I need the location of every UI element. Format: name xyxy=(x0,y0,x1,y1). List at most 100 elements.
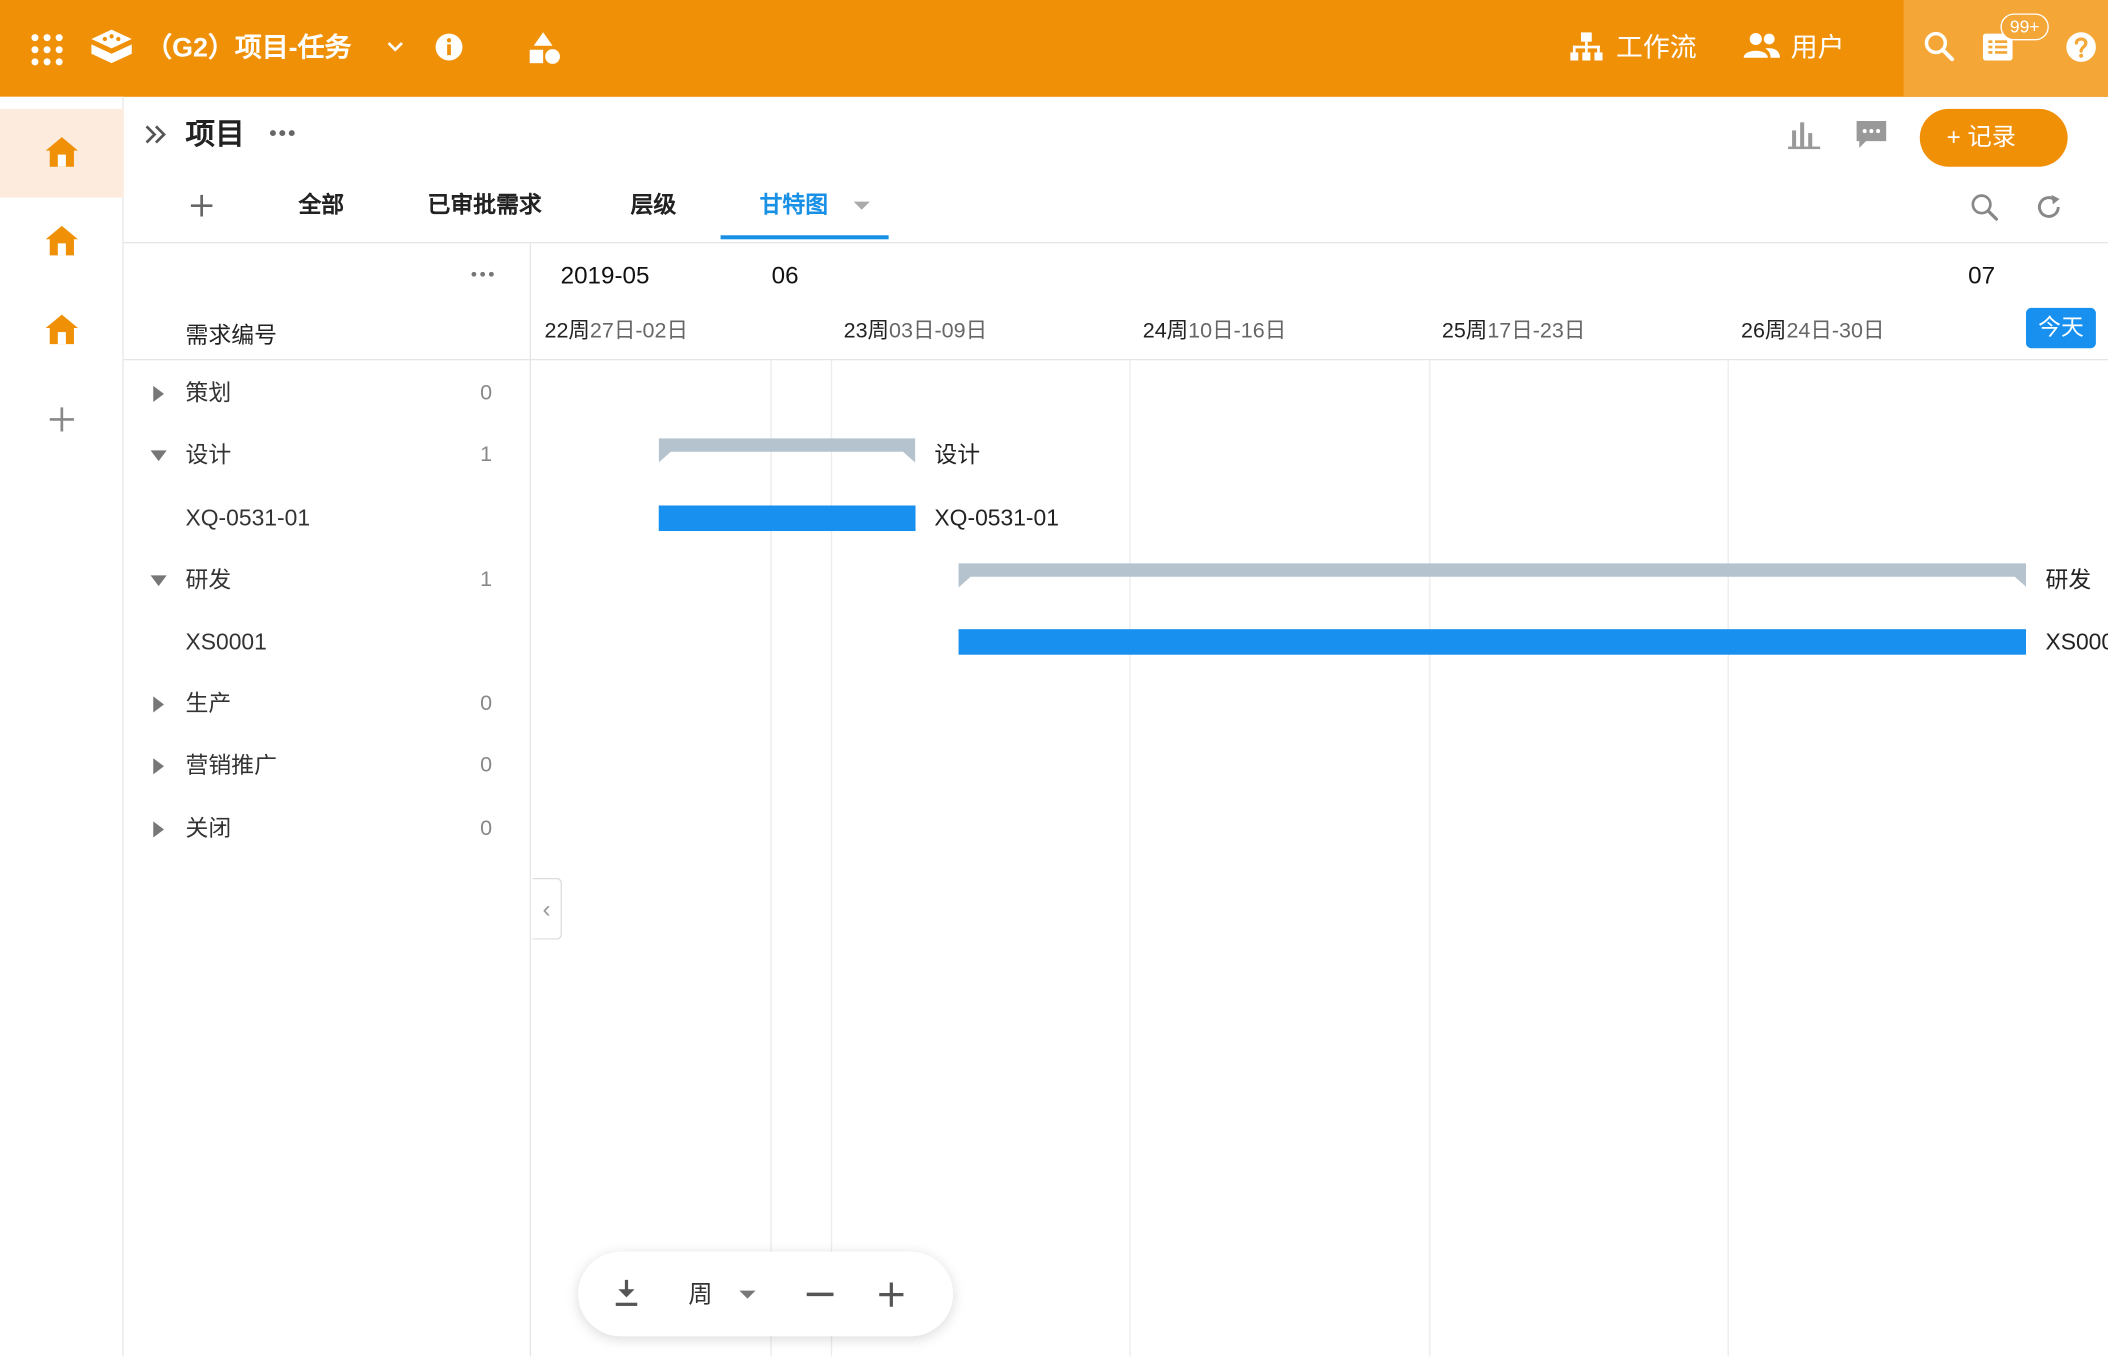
add-app-plus-icon[interactable] xyxy=(48,406,75,433)
month-label: 2019-05 xyxy=(560,262,650,290)
add-record-button[interactable]: + 记录 xyxy=(1919,108,2068,167)
page-title: 项目 xyxy=(185,116,245,151)
week-number: 25周 xyxy=(1441,319,1488,343)
group-row-label[interactable]: 营销推广 xyxy=(186,751,277,783)
search-view-icon[interactable] xyxy=(1970,192,2000,222)
group-row-label[interactable]: 设计 xyxy=(186,440,232,472)
bar-label: XQ-0531-01 xyxy=(934,504,1059,531)
chevron-down-icon[interactable] xyxy=(386,40,405,53)
week-label: 22周27日-02日 xyxy=(544,317,688,347)
rail-item-home-1[interactable] xyxy=(0,108,124,198)
task-bar[interactable] xyxy=(958,629,2027,656)
zoom-in-icon[interactable] xyxy=(878,1281,905,1308)
tab-all[interactable]: 全部 xyxy=(298,190,344,222)
scale-dropdown-caret-icon[interactable] xyxy=(738,1289,757,1300)
week-grid-line xyxy=(1727,360,1729,1357)
gantt-top-border xyxy=(123,241,2108,244)
shapes-icon[interactable] xyxy=(527,31,562,66)
bar-label: XS0001 xyxy=(2045,629,2108,655)
week-label: 23周03日-09日 xyxy=(844,317,988,347)
gantt-header-border xyxy=(123,358,2108,361)
left-rail xyxy=(0,96,124,1357)
week-label: 25周17日-23日 xyxy=(1442,317,1586,347)
bar-label: 设计 xyxy=(934,442,981,469)
collapse-list-handle[interactable]: ‹ xyxy=(532,877,562,940)
zoom-out-icon[interactable] xyxy=(806,1292,834,1297)
tab-hierarchy[interactable]: 层级 xyxy=(631,190,677,222)
month-label: 06 xyxy=(771,262,799,290)
help-icon[interactable] xyxy=(2065,31,2097,63)
comments-icon[interactable] xyxy=(1855,120,1887,150)
week-number: 22周 xyxy=(544,319,590,343)
task-row-label[interactable]: XS0001 xyxy=(186,626,267,658)
tab-gantt[interactable]: 甘特图 xyxy=(760,190,829,222)
today-button[interactable]: 今天 xyxy=(2025,307,2096,349)
list-column-header: 需求编号 xyxy=(185,322,277,349)
users-link[interactable]: 用户 xyxy=(1791,32,1845,64)
group-count: 0 xyxy=(480,754,493,778)
caret-right-icon[interactable] xyxy=(153,696,165,713)
week-date-range: 24日-30日 xyxy=(1786,319,1885,343)
add-view-plus-icon[interactable] xyxy=(190,194,214,218)
caret-right-icon[interactable] xyxy=(153,385,165,403)
top-bar: （G2）项目-任务 工作流 用户 99+ xyxy=(0,0,2108,97)
week-date-range: 10日-16日 xyxy=(1188,319,1287,343)
week-number: 24周 xyxy=(1142,319,1189,343)
task-bar[interactable] xyxy=(659,505,916,532)
group-count: 0 xyxy=(480,692,493,716)
week-grid-line xyxy=(1428,360,1430,1357)
week-grid-line xyxy=(1129,360,1131,1357)
week-label: 26周24日-30日 xyxy=(1741,317,1885,347)
month-label: 07 xyxy=(1968,262,1996,290)
active-tab-indicator xyxy=(720,235,889,240)
group-row-label[interactable]: 生产 xyxy=(186,688,232,720)
group-count: 0 xyxy=(480,381,493,405)
caret-down-icon[interactable] xyxy=(150,574,167,586)
app-title[interactable]: （G2）项目-任务 xyxy=(145,32,351,64)
more-options-icon[interactable] xyxy=(269,129,296,137)
chart-view-icon[interactable] xyxy=(1788,120,1821,150)
list-more-options-icon[interactable] xyxy=(471,270,495,278)
group-count: 1 xyxy=(480,568,493,592)
summary-bar[interactable] xyxy=(659,438,916,466)
apps-grid-icon[interactable] xyxy=(30,32,65,67)
task-row-label[interactable]: XQ-0531-01 xyxy=(186,502,311,534)
week-date-range: 17日-23日 xyxy=(1487,319,1586,343)
home-icon xyxy=(45,225,78,256)
caret-down-icon[interactable] xyxy=(150,450,167,462)
workflow-link[interactable]: 工作流 xyxy=(1616,32,1697,64)
week-number: 26周 xyxy=(1740,319,1787,343)
refresh-icon[interactable] xyxy=(2034,192,2064,222)
caret-right-icon[interactable] xyxy=(153,758,165,775)
summary-bar[interactable] xyxy=(958,562,2027,590)
expand-sidebar-icon[interactable] xyxy=(144,122,168,146)
group-count: 0 xyxy=(480,816,493,840)
tab-dropdown-caret-icon[interactable] xyxy=(852,200,871,211)
week-date-range: 27日-02日 xyxy=(589,319,688,343)
rail-item-home-3[interactable] xyxy=(0,286,124,375)
rail-item-home-2[interactable] xyxy=(0,198,124,287)
users-icon[interactable] xyxy=(1742,32,1780,59)
app-logo-icon xyxy=(91,29,132,64)
group-row-label[interactable]: 关闭 xyxy=(186,813,232,845)
time-scale-select[interactable]: 周 xyxy=(688,1279,712,1311)
week-date-range: 03日-09日 xyxy=(889,319,988,343)
app-window: （G2）项目-任务 工作流 用户 99+ 项目 + 记录 全部 已审批需求 层级… xyxy=(0,0,2108,1357)
group-count: 1 xyxy=(480,444,493,467)
download-icon[interactable] xyxy=(613,1279,640,1309)
group-row-label[interactable]: 研发 xyxy=(186,564,232,596)
home-icon xyxy=(45,137,78,167)
info-icon[interactable] xyxy=(434,32,464,62)
tab-approved-requirements[interactable]: 已审批需求 xyxy=(428,190,542,222)
gantt-toolbar: 周 xyxy=(578,1251,954,1337)
week-number: 23周 xyxy=(843,319,890,343)
group-row-label[interactable]: 策划 xyxy=(186,378,232,410)
caret-right-icon[interactable] xyxy=(153,820,165,837)
home-icon xyxy=(45,314,78,345)
bar-label: 研发 xyxy=(2045,566,2092,593)
search-icon[interactable] xyxy=(1922,30,1955,62)
workflow-icon[interactable] xyxy=(1570,32,1603,62)
notification-badge: 99+ xyxy=(2000,13,2049,41)
week-label: 24周10日-16日 xyxy=(1143,317,1287,347)
gantt-splitter[interactable] xyxy=(529,243,532,1357)
